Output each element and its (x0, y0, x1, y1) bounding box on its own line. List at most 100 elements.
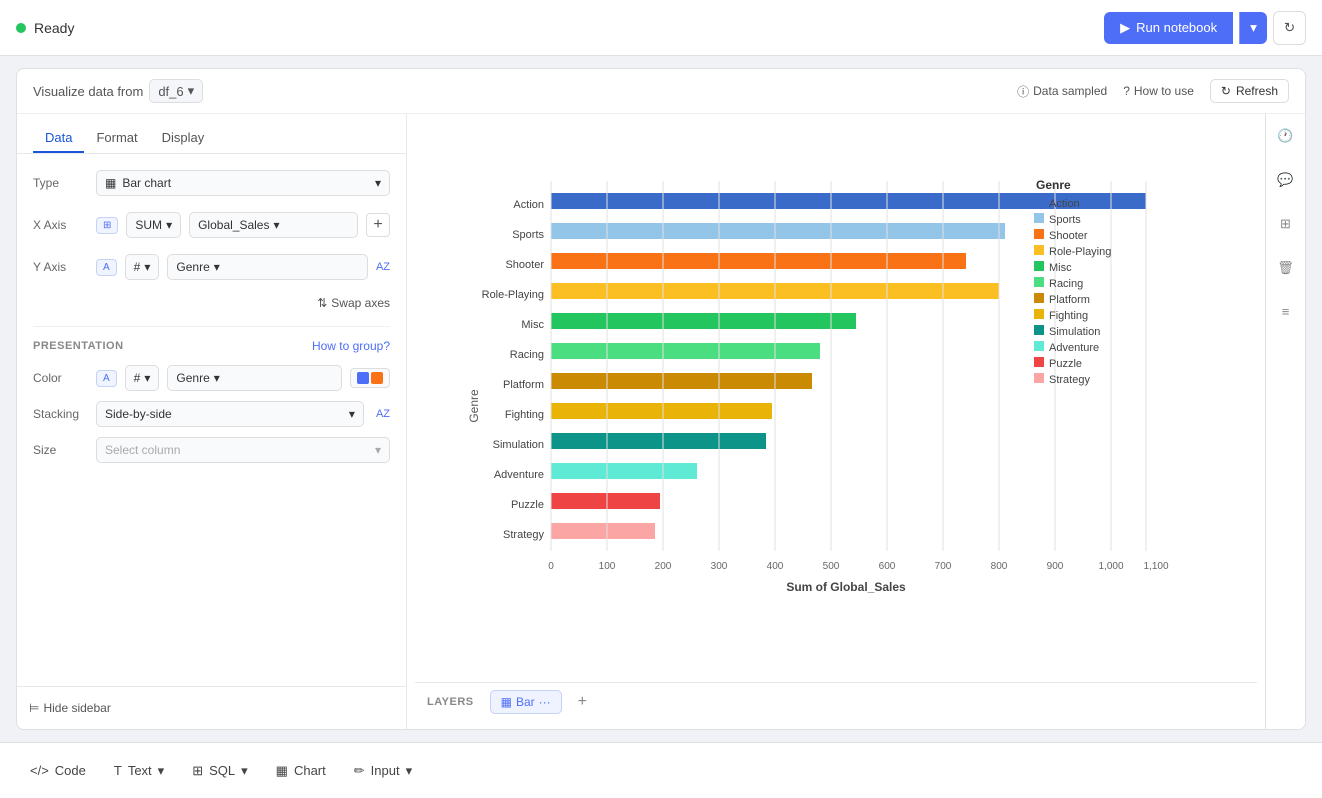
bar-chart-svg: Genre Action Sports Shooter Role-Playing (456, 171, 1216, 641)
y-field-select[interactable]: Genre ▾ (167, 254, 368, 280)
svg-text:100: 100 (599, 561, 616, 572)
svg-text:900: 900 (1047, 561, 1064, 572)
bar-shooter (551, 253, 966, 269)
sidebar-footer: ⊨ Hide sidebar (17, 686, 406, 729)
y-axis-type-icon: A (103, 262, 110, 273)
bottom-toolbar: </> Code T Text ▾ ⊞ SQL ▾ ▦ Chart ✏ Inpu… (0, 742, 1322, 798)
color-swatch[interactable] (350, 368, 390, 388)
svg-text:1,100: 1,100 (1143, 561, 1168, 572)
hide-sidebar-button[interactable]: ⊨ Hide sidebar (17, 695, 406, 721)
tab-data[interactable]: Data (33, 124, 84, 153)
color-type-icon: A (103, 373, 110, 384)
svg-text:700: 700 (935, 561, 952, 572)
svg-text:Fighting: Fighting (1049, 310, 1088, 322)
chart-container: Genre Action Sports Shooter Role-Playing (415, 130, 1257, 682)
run-notebook-dropdown-button[interactable]: ▾ (1239, 12, 1267, 44)
right-panel: 🕐 💬 ⊞ 🗑 ≡ (1265, 114, 1305, 729)
size-row: Size Select column ▾ (33, 437, 390, 463)
layers-bar: LAYERS ▦ Bar ··· + (415, 682, 1257, 721)
svg-text:Action: Action (513, 199, 544, 211)
x-axis-add-button[interactable]: + (366, 213, 390, 237)
ready-dot (16, 23, 26, 33)
svg-text:Strategy: Strategy (1049, 374, 1090, 386)
color-type-select[interactable]: # ▾ (125, 365, 160, 391)
svg-text:Sports: Sports (1049, 214, 1081, 226)
y-type-select[interactable]: # ▾ (125, 254, 160, 280)
svg-text:500: 500 (823, 561, 840, 572)
size-select[interactable]: Select column ▾ (96, 437, 390, 463)
section-header: PRESENTATION How to group? (33, 339, 390, 353)
svg-text:Adventure: Adventure (494, 469, 544, 481)
stacking-select[interactable]: Side-by-side ▾ (96, 401, 364, 427)
size-chevron-icon: ▾ (375, 443, 381, 457)
bar-fighting (551, 403, 772, 419)
chart-icon: ▦ (276, 763, 288, 779)
how-to-use-action[interactable]: ? How to use (1123, 84, 1194, 98)
clock-icon[interactable]: 🕐 (1271, 122, 1299, 150)
color-field-select[interactable]: Genre ▾ (167, 365, 342, 391)
refresh-button[interactable]: ↻ Refresh (1210, 79, 1289, 103)
y-axis-row: Y Axis A # ▾ Genre ▾ AZ (33, 254, 390, 280)
tab-format[interactable]: Format (84, 124, 149, 153)
x-field-select[interactable]: Global_Sales ▾ (189, 212, 358, 238)
sidebar-tabs: Data Format Display (17, 114, 406, 154)
type-select[interactable]: ▦ Bar chart ▾ (96, 170, 390, 196)
add-layer-button[interactable]: + (570, 689, 595, 715)
color-type-chevron-icon: ▾ (144, 371, 150, 385)
visualize-from-label: Visualize data from (33, 84, 143, 99)
trash-icon[interactable]: 🗑 (1271, 254, 1300, 282)
bar-layer-tab[interactable]: ▦ Bar ··· (490, 690, 562, 714)
swatch-blue (357, 372, 369, 384)
main-content: Visualize data from df_6 ▾ ⓘ Data sample… (0, 56, 1322, 742)
az-sort-button[interactable]: AZ (376, 261, 390, 273)
sql-button[interactable]: ⊞ SQL ▾ (178, 755, 261, 787)
data-source-select[interactable]: df_6 ▾ (149, 79, 203, 103)
svg-text:Role-Playing: Role-Playing (1049, 246, 1111, 258)
svg-text:Role-Playing: Role-Playing (482, 289, 544, 301)
input-chevron-icon: ▾ (406, 763, 413, 779)
svg-text:Adventure: Adventure (1049, 342, 1099, 354)
svg-text:Sports: Sports (512, 229, 544, 241)
top-bar: Ready ▶ Run notebook ▾ ↻ (0, 0, 1322, 56)
svg-text:Sum of Global_Sales: Sum of Global_Sales (786, 580, 906, 594)
grid-icon[interactable]: ⊞ (1274, 210, 1297, 238)
svg-text:Fighting: Fighting (505, 409, 544, 421)
svg-text:Platform: Platform (1049, 294, 1090, 306)
tab-display[interactable]: Display (150, 124, 217, 153)
lines-icon[interactable]: ≡ (1276, 298, 1296, 325)
svg-text:Misc: Misc (521, 319, 544, 331)
input-icon: ✏ (354, 763, 365, 779)
stacking-az-button[interactable]: AZ (376, 408, 390, 420)
viz-panel: Visualize data from df_6 ▾ ⓘ Data sample… (16, 68, 1306, 730)
bar-sports (551, 223, 1005, 239)
stacking-row: Stacking Side-by-side ▾ AZ (33, 401, 390, 427)
swatch-orange (371, 372, 383, 384)
color-badge: A (96, 370, 117, 387)
code-button[interactable]: </> Code (16, 755, 100, 786)
svg-text:Action: Action (1049, 198, 1080, 210)
bar-puzzle (551, 493, 660, 509)
chart-button[interactable]: ▦ Chart (262, 755, 340, 787)
sidebar-content: Type ▦ Bar chart ▾ X Axis (17, 154, 406, 479)
layers-label: LAYERS (427, 696, 474, 708)
sidebar: Data Format Display Type ▦ Bar chart ▾ (17, 114, 407, 729)
viz-source: Visualize data from df_6 ▾ (33, 79, 203, 103)
chat-icon[interactable]: 💬 (1271, 166, 1299, 194)
play-icon: ▶ (1120, 20, 1130, 36)
data-sampled-action[interactable]: ⓘ Data sampled (1017, 83, 1107, 100)
run-notebook-button[interactable]: ▶ Run notebook (1104, 12, 1233, 44)
x-axis-type-icon: ⊞ (103, 220, 111, 231)
text-button[interactable]: T Text ▾ (100, 755, 178, 787)
chevron-down-icon: ▾ (188, 83, 195, 99)
bar-layer-icon: ▦ (501, 695, 512, 709)
sql-icon: ⊞ (192, 763, 203, 779)
refresh-top-button[interactable]: ↻ (1273, 11, 1306, 45)
swap-axes-button[interactable]: ⇅ Swap axes (33, 296, 390, 310)
refresh-top-icon: ↻ (1284, 20, 1295, 35)
svg-text:400: 400 (767, 561, 784, 572)
x-agg-select[interactable]: SUM ▾ (126, 212, 181, 238)
input-button[interactable]: ✏ Input ▾ (340, 755, 426, 787)
bar-chart-icon: ▦ (105, 176, 116, 190)
svg-text:200: 200 (655, 561, 672, 572)
how-to-group-link[interactable]: How to group? (312, 339, 390, 353)
